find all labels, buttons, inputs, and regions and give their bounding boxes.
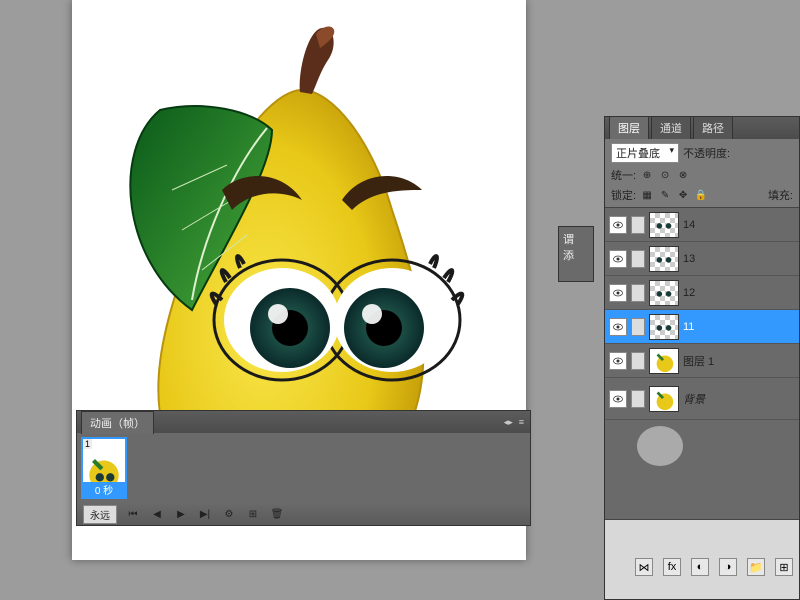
next-frame-button[interactable]: ▶| [197,507,213,521]
lock-label: 锁定: [611,187,636,203]
layer-row[interactable]: 背景 [605,378,799,420]
lock-position-icon[interactable]: ✥ [676,188,690,202]
link-slot[interactable] [631,390,645,408]
unify-visibility-icon[interactable]: ⊙ [658,168,672,182]
layer-name[interactable]: 13 [683,253,695,265]
play-button[interactable]: ▶ [173,507,189,521]
lock-transparency-icon[interactable]: ▦ [640,188,654,202]
visibility-toggle[interactable] [609,284,627,302]
animation-tab[interactable]: 动画（帧） [81,411,154,434]
visibility-toggle[interactable] [609,216,627,234]
animation-toolbar: 永远 ⏮ ◀ ▶ ▶| ⚙ ⊞ 🗑 [77,503,530,525]
link-slot[interactable] [631,250,645,268]
visibility-toggle[interactable] [609,318,627,336]
first-frame-button[interactable]: ⏮ [125,507,141,521]
layer-name[interactable]: 11 [683,321,694,333]
layer-list[interactable]: 14 13 12 11 图层 1 [605,208,799,519]
mini-panel-line1: 谓 [563,231,589,247]
layer-row[interactable]: 14 [605,208,799,242]
animation-frame[interactable]: 1 0 秒 [81,437,127,499]
layer-mask-button[interactable]: ◐ [691,558,709,576]
layer-name[interactable]: 图层 1 [683,353,714,369]
new-layer-button[interactable]: ⊞ [775,558,793,576]
empty-area-shape [637,426,683,466]
animation-panel: 动画（帧） ◂▸ ≡ 1 0 秒 永远 ⏮ ◀ ▶ ▶| ⚙ ⊞ 🗑 [76,410,531,526]
frame-delay[interactable]: 0 秒 [83,482,125,497]
group-button[interactable]: 📁 [747,558,765,576]
layer-thumbnail[interactable] [649,280,679,306]
delete-frame-button[interactable]: 🗑 [269,507,285,521]
layer-style-button[interactable]: fx [663,558,681,576]
unify-label: 统一: [611,167,636,183]
lock-pixels-icon[interactable]: ✎ [658,188,672,202]
tab-layers[interactable]: 图层 [609,116,649,139]
mini-panel[interactable]: 谓 添 [558,226,594,282]
frame-number: 1 [83,439,92,449]
lock-all-icon[interactable]: 🔒 [694,188,708,202]
tab-channels[interactable]: 通道 [651,116,691,139]
visibility-toggle[interactable] [609,390,627,408]
layer-thumbnail[interactable] [649,314,679,340]
link-slot[interactable] [631,318,645,336]
tab-paths[interactable]: 路径 [693,116,733,139]
animation-panel-header[interactable]: 动画（帧） ◂▸ ≡ [77,411,530,433]
layer-thumbnail[interactable] [649,348,679,374]
layer-row[interactable]: 11 [605,310,799,344]
opacity-label: 不透明度: [683,145,730,161]
panel-collapse-icon[interactable]: ◂▸ [504,417,513,428]
link-slot[interactable] [631,284,645,302]
layer-name[interactable]: 背景 [683,391,705,407]
prev-frame-button[interactable]: ◀ [149,507,165,521]
layer-name[interactable]: 14 [683,219,695,231]
unify-style-icon[interactable]: ⊗ [676,168,690,182]
layer-row[interactable]: 13 [605,242,799,276]
layers-panel: 图层 通道 路径 正片叠底 不透明度: 统一: ⊕ ⊙ ⊗ 锁定: ▦ ✎ ✥ … [604,116,800,600]
link-slot[interactable] [631,352,645,370]
animation-frames-area[interactable]: 1 0 秒 [77,433,530,503]
tween-button[interactable]: ⚙ [221,507,237,521]
layer-thumbnail[interactable] [649,212,679,238]
visibility-toggle[interactable] [609,250,627,268]
mini-panel-line2: 添 [563,247,589,263]
layer-row[interactable]: 12 [605,276,799,310]
unify-position-icon[interactable]: ⊕ [640,168,654,182]
blend-mode-select[interactable]: 正片叠底 [611,143,679,163]
link-slot[interactable] [631,216,645,234]
link-layers-button[interactable]: ⋈ [635,558,653,576]
layers-panel-tabs: 图层 通道 路径 [605,117,799,139]
layer-thumbnail[interactable] [649,386,679,412]
panel-menu-icon[interactable]: ≡ [519,417,524,428]
adjustment-layer-button[interactable]: ◑ [719,558,737,576]
fill-label: 填充: [768,187,793,203]
loop-select[interactable]: 永远 [83,505,117,524]
layer-thumbnail[interactable] [649,246,679,272]
visibility-toggle[interactable] [609,352,627,370]
layers-panel-footer: ⋈ fx ◐ ◑ 📁 ⊞ [605,519,799,599]
new-frame-button[interactable]: ⊞ [245,507,261,521]
layers-options: 正片叠底 不透明度: 统一: ⊕ ⊙ ⊗ 锁定: ▦ ✎ ✥ 🔒 填充: [605,139,799,208]
layer-name[interactable]: 12 [683,287,695,299]
layer-row[interactable]: 图层 1 [605,344,799,378]
